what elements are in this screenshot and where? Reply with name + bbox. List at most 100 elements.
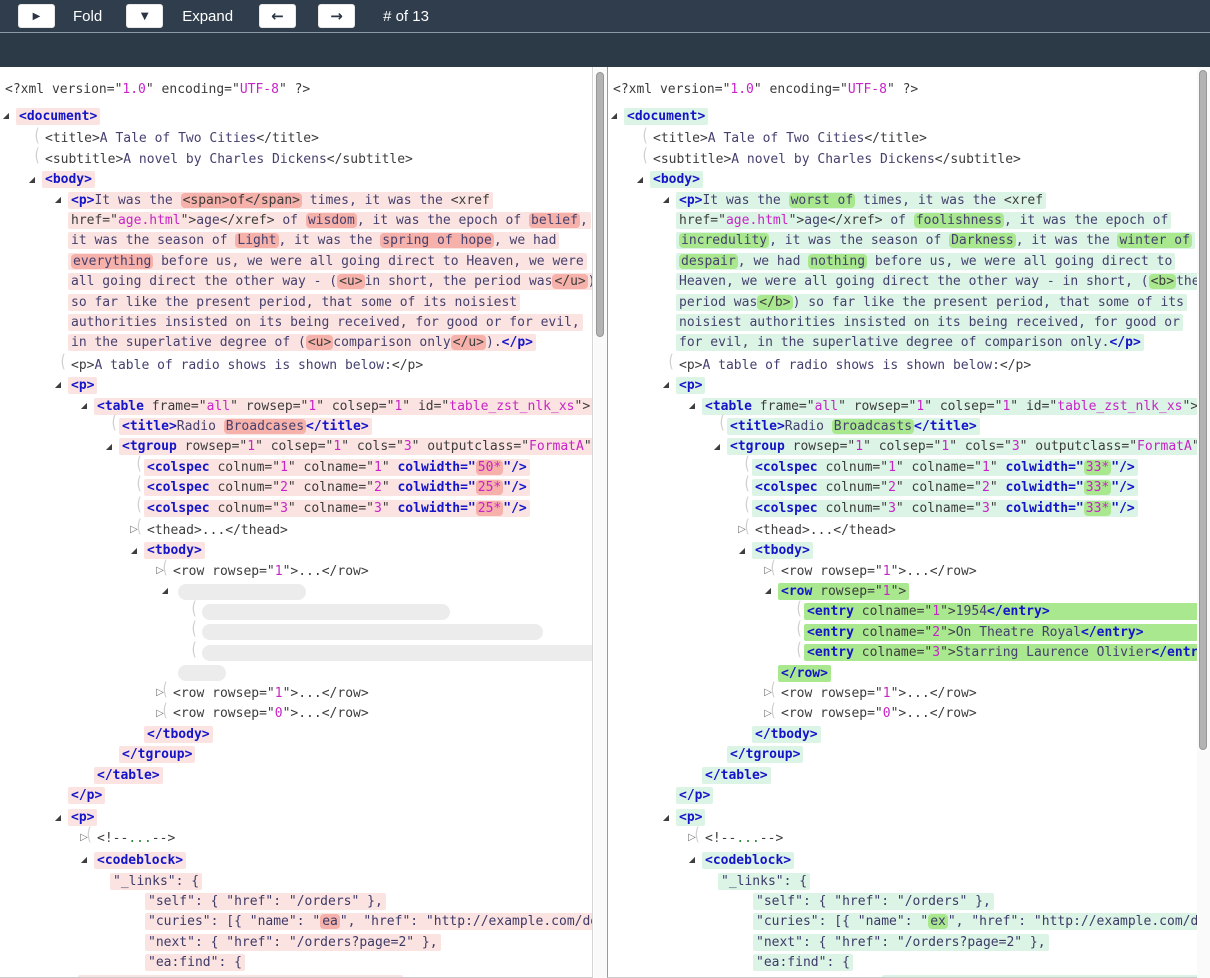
collapse-toggle-icon[interactable]: ◢ <box>710 440 724 454</box>
xml-line: ( <box>0 622 592 642</box>
code-segment: before us, we were all going direct to H… <box>153 254 583 269</box>
code-segment: <document> <box>627 109 705 124</box>
collapsed-content-placeholder <box>202 624 543 640</box>
code-segment: "/> <box>1111 480 1134 495</box>
code-segment: "self": { "href": "/orders" }, <box>756 894 991 909</box>
code-segment: <p> <box>679 378 702 393</box>
code-segment: foolishness <box>914 213 1004 228</box>
code-segment: <!-- <box>97 831 128 846</box>
code-segment: A table of radio shows is shown below: <box>94 358 391 373</box>
collapse-toggle-icon[interactable]: ◢ <box>102 440 116 454</box>
right-triangle-icon: ▶ <box>33 11 41 22</box>
xml-line: ( <box>0 643 592 663</box>
code-segment: 33* <box>1084 501 1111 516</box>
code-segment: "> <box>940 604 956 619</box>
code-segment: 50* <box>476 460 503 475</box>
xml-line: "self": { "href": "/orders" }, <box>608 891 1198 911</box>
collapse-toggle-icon[interactable]: ◢ <box>77 399 91 413</box>
xml-line: ▷(<row rowsep="1">...</row> <box>608 561 1198 581</box>
collapse-toggle-icon[interactable]: ◢ <box>659 193 673 207</box>
xml-line: (<p>A table of radio shows is shown belo… <box>0 355 592 375</box>
collapse-toggle-icon[interactable]: ◢ <box>127 544 141 558</box>
xml-line: ◢<tgroup rowsep="1" colsep="1" cols="3" … <box>0 437 592 457</box>
structure-paren-mark: ( <box>135 475 143 495</box>
code-segment: <p> <box>679 810 702 825</box>
code-segment: ">...</row> <box>891 564 977 579</box>
xml-line: </tbody> <box>0 724 592 744</box>
collapse-toggle-icon[interactable]: ◢ <box>158 584 172 598</box>
collapse-toggle-icon[interactable]: ◢ <box>761 584 775 598</box>
code-segment: " colname=" <box>896 480 982 495</box>
collapse-toggle-icon[interactable]: ◢ <box>77 853 91 867</box>
code-segment: </title> <box>914 419 977 434</box>
expand-node-button[interactable]: ▶ <box>18 4 55 28</box>
fold-all-button[interactable]: ▼ <box>126 4 163 28</box>
code-segment: <codeblock> <box>705 853 791 868</box>
diff-toolbar: ▶ Fold ▼ Expand ← → # of 13 <box>0 0 1210 32</box>
left-arrow-icon: ← <box>271 7 284 25</box>
left-panel-scrollbar[interactable] <box>594 67 607 978</box>
collapse-toggle-icon[interactable]: ◢ <box>25 173 39 187</box>
code-segment: "/> <box>1111 501 1134 516</box>
code-segment: all <box>207 399 230 414</box>
collapse-toggle-icon[interactable]: ◢ <box>51 193 65 207</box>
collapse-toggle-icon[interactable]: ◢ <box>607 109 621 123</box>
code-segment: 3 <box>888 501 896 516</box>
code-segment: Broadcasts <box>832 419 914 434</box>
next-change-button[interactable]: → <box>318 4 355 28</box>
code-segment: </p> <box>392 358 423 373</box>
code-segment: </p> <box>1109 335 1140 350</box>
xml-line: ◢ <codeblock> <box>608 850 1198 870</box>
collapse-toggle-icon[interactable]: ◢ <box>51 378 65 392</box>
code-segment: " outputclass=" <box>1020 439 1137 454</box>
code-segment: "self": { "href": "/orders" }, <box>148 894 383 909</box>
xml-line: href="age.html">age</xref> of foolishnes… <box>608 210 1198 230</box>
structure-paren-mark: ( <box>135 454 143 474</box>
code-segment: colnum=" <box>818 480 888 495</box>
xml-line <box>0 663 592 683</box>
right-scrollbar-thumb[interactable] <box>1199 70 1207 750</box>
xml-line: (<colspec colnum="1" colname="1" colwidt… <box>608 457 1198 477</box>
code-segment: ">...</row> <box>891 686 977 701</box>
xml-line: (<p>A table of radio shows is shown belo… <box>608 355 1198 375</box>
code-segment: "/> <box>1111 460 1134 475</box>
code-segment: , <box>580 213 588 228</box>
collapse-toggle-icon[interactable]: ◢ <box>0 109 13 123</box>
collapse-toggle-icon[interactable]: ◢ <box>685 853 699 867</box>
collapse-toggle-icon[interactable]: ◢ <box>659 378 673 392</box>
code-segment: " colname=" <box>288 480 374 495</box>
collapse-toggle-icon[interactable]: ◢ <box>51 811 65 825</box>
code-segment: 3 <box>982 501 990 516</box>
code-segment: 2 <box>280 480 288 495</box>
code-segment: " <box>382 501 398 516</box>
structure-paren-mark: ( <box>693 825 701 845</box>
code-segment: 1 <box>374 460 382 475</box>
code-segment: 33* <box>1084 460 1111 475</box>
right-xml-diff-panel[interactable]: <?xml version="1.0" encoding="UTF-8" ?>◢… <box>607 67 1198 978</box>
code-segment: 0 <box>883 706 891 721</box>
code-segment: <colspec <box>755 460 818 475</box>
previous-change-button[interactable]: ← <box>259 4 296 28</box>
code-segment: " <box>382 460 398 475</box>
left-xml-diff-panel[interactable]: <?xml version="1.0" encoding="UTF-8" ?>◢… <box>0 67 593 978</box>
fold-label: Fold <box>73 8 102 25</box>
code-segment: 1 <box>247 439 255 454</box>
right-panel-scrollbar[interactable] <box>1197 67 1210 978</box>
code-segment: 1 <box>308 399 316 414</box>
code-segment: ) <box>588 274 593 289</box>
collapse-toggle-icon[interactable]: ◢ <box>685 399 699 413</box>
code-segment: " ?> <box>279 82 310 97</box>
code-segment: <row rowsep=" <box>173 564 275 579</box>
collapse-toggle-icon[interactable]: ◢ <box>659 811 673 825</box>
left-scrollbar-thumb[interactable] <box>596 72 604 337</box>
xml-line: </table> <box>0 765 592 785</box>
code-segment: <!-- <box>705 831 736 846</box>
xml-line: (<subtitle>A novel by Charles Dickens</s… <box>0 149 592 169</box>
collapse-toggle-icon[interactable]: ◢ <box>735 544 749 558</box>
xml-line: period was</b>) so far like the present … <box>608 292 1198 312</box>
code-segment: , it was the <box>279 233 381 248</box>
code-segment: 1 <box>280 460 288 475</box>
code-segment: " rowsep=" <box>838 399 916 414</box>
collapse-toggle-icon[interactable]: ◢ <box>633 173 647 187</box>
xml-line <box>608 973 1198 978</box>
